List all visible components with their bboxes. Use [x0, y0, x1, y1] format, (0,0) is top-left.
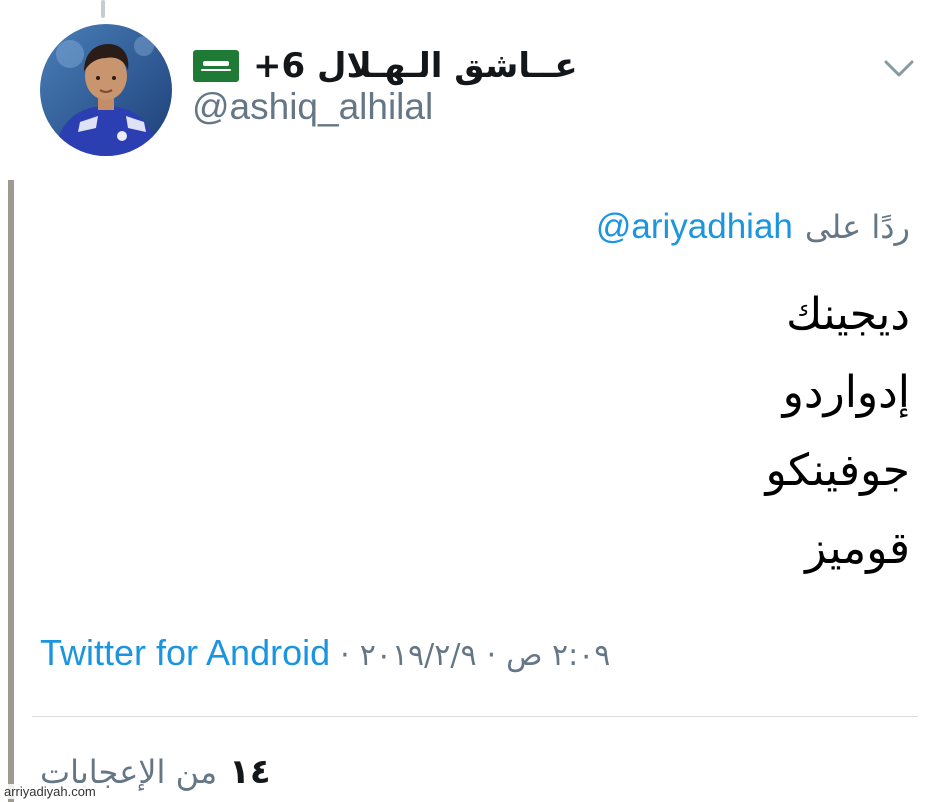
tweet-meta: Twitter for Android · ٢٠١٩/٢/٩ · ٢:٠٩ ص — [40, 632, 610, 674]
source-app-link[interactable]: Twitter for Android — [40, 632, 330, 674]
saudi-flag-icon — [193, 50, 239, 82]
reply-context: ردًا على @ariyadhiah — [596, 207, 910, 247]
tweet-text: ديجينك إدواردو جوفينكو قوميز — [310, 276, 910, 588]
profile-photo — [40, 24, 172, 156]
reply-mention-link[interactable]: @ariyadhiah — [596, 207, 793, 247]
thread-connector-line — [101, 0, 105, 18]
display-name[interactable]: عــاشق الـهـلال 6+ — [253, 46, 578, 86]
user-handle[interactable]: @ashiq_alhilal — [192, 86, 433, 128]
reply-prefix: ردًا على — [804, 208, 910, 246]
avatar[interactable] — [40, 24, 172, 156]
tweet-text-line: إدواردو — [782, 367, 910, 418]
divider — [32, 716, 918, 717]
chevron-down-icon[interactable] — [882, 56, 916, 82]
tweet-text-line: قوميز — [805, 523, 910, 574]
page-edge-rule — [8, 180, 14, 802]
tweet-time[interactable]: ٢:٠٩ ص — [506, 638, 610, 673]
likes-count: ١٤ — [229, 752, 271, 792]
watermark: arriyadiyah.com — [2, 784, 98, 799]
tweet-date[interactable]: ٢٠١٩/٢/٩ — [360, 638, 477, 673]
meta-separator: · — [486, 638, 497, 673]
meta-separator: · — [340, 638, 350, 673]
tweet-text-line: جوفينكو — [765, 445, 910, 496]
tweet-text-line: ديجينك — [786, 289, 910, 340]
